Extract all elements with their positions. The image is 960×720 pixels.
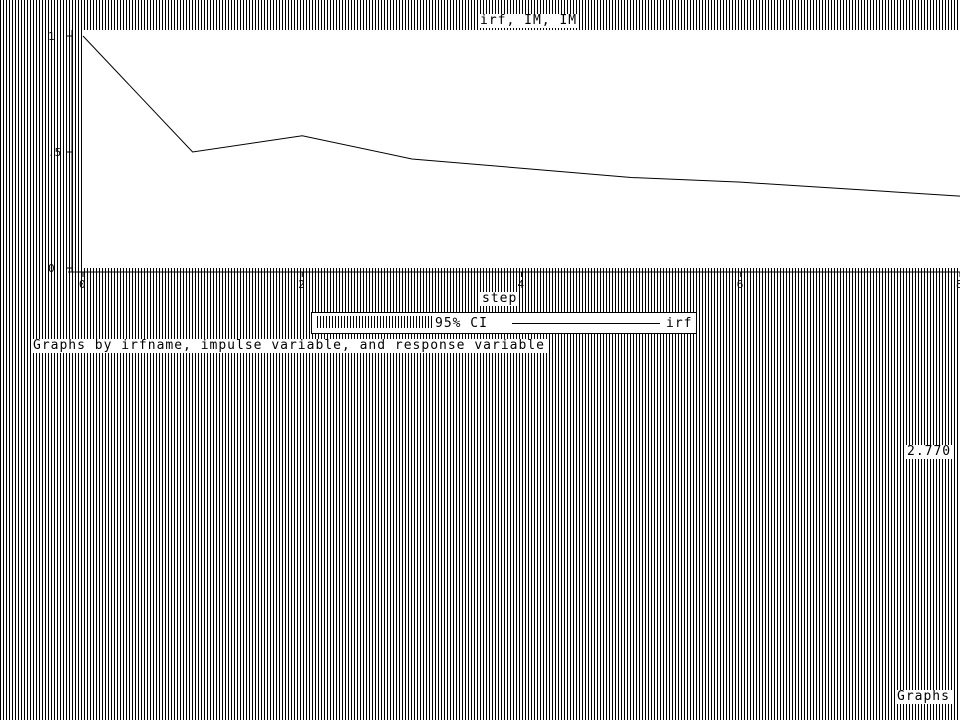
legend-ci-label: 95% CI	[432, 316, 491, 331]
stray-value-label: 2.770	[905, 444, 954, 459]
legend-irf-label: irf	[664, 316, 695, 331]
y-tick-label: 0	[48, 262, 55, 275]
graph-note: Graphs by irfname, impulse variable, and…	[31, 338, 547, 353]
irf-chart: 0 .5 1 0 2 4 6 8	[48, 30, 960, 291]
y-tick-label: .5	[48, 146, 61, 159]
x-tick-label: 8	[956, 278, 960, 291]
chart-legend: 95% CI irf	[311, 312, 697, 334]
legend-irf-swatch	[512, 323, 660, 324]
x-axis-title: step	[480, 291, 520, 306]
y-tick-label: 1	[48, 30, 55, 43]
x-tick-label: 2	[298, 278, 305, 291]
x-tick-label: 4	[518, 278, 525, 291]
legend-ci-swatch	[317, 316, 435, 328]
x-tick-label: 0	[79, 278, 86, 291]
stray-graphs-label: Graphs	[895, 689, 952, 704]
x-tick-label: 6	[737, 278, 744, 291]
chart-title: irf, IM, IM	[478, 13, 580, 28]
